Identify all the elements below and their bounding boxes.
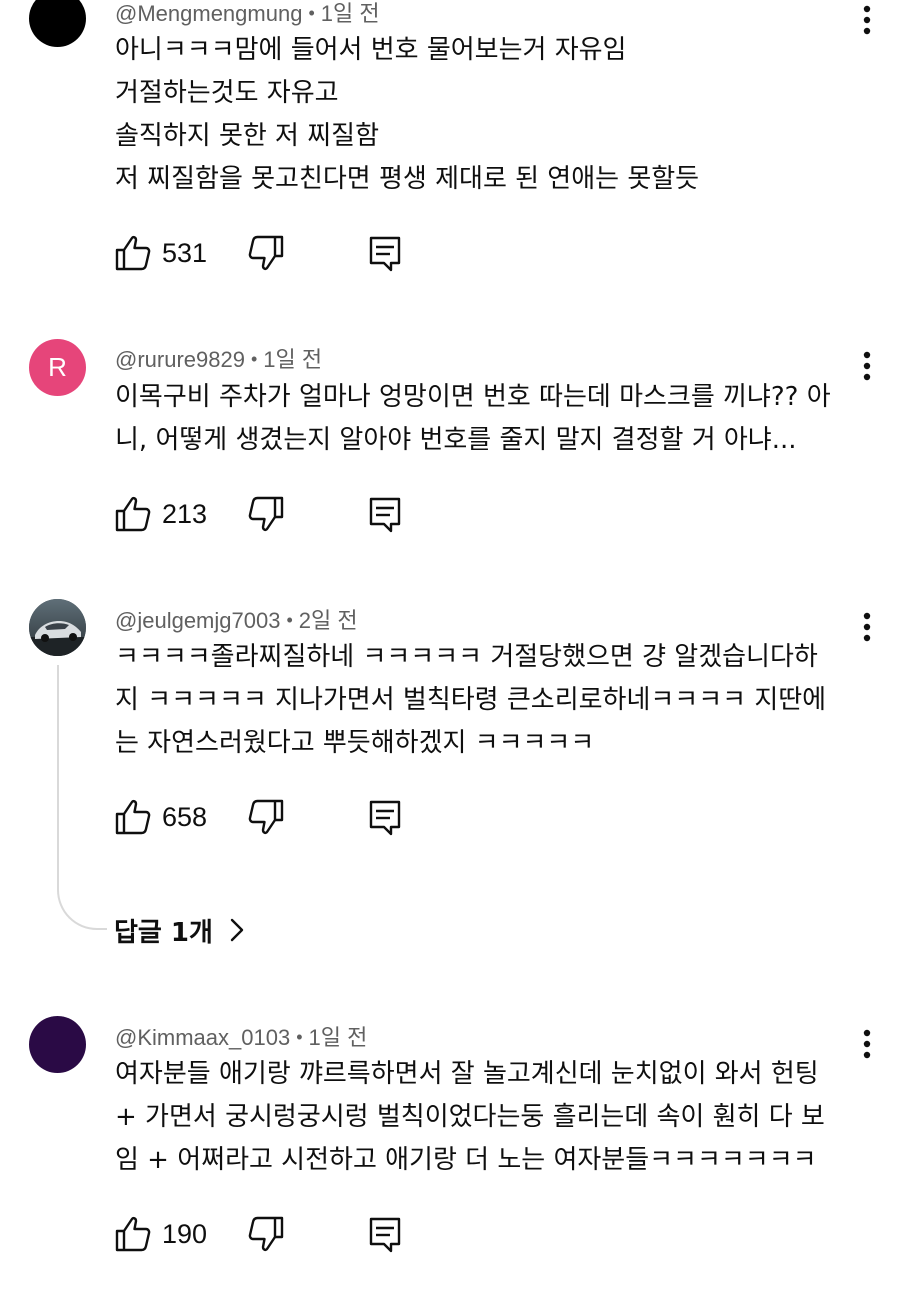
thumbs-up-icon	[115, 799, 151, 835]
like-button[interactable]	[113, 797, 153, 837]
comment-actions: 190	[113, 1214, 433, 1254]
view-replies-button[interactable]: 답글 1개	[114, 910, 247, 950]
avatar[interactable]	[29, 1016, 86, 1073]
chevron-right-icon	[230, 918, 244, 942]
reply-comment-icon	[369, 236, 401, 272]
replies-count-label: 답글 1개	[114, 917, 213, 948]
reply-button[interactable]	[365, 494, 405, 534]
meta-separator: •	[296, 1027, 303, 1047]
like-count: 531	[162, 238, 208, 268]
more-vert-icon	[863, 1029, 871, 1059]
dislike-button[interactable]	[246, 797, 286, 837]
dislike-button[interactable]	[246, 494, 286, 534]
comment-actions: 213	[113, 494, 433, 534]
avatar-letter: R	[48, 352, 67, 382]
comment-time: 1일 전	[263, 347, 323, 372]
comment-actions: 658	[113, 797, 433, 837]
avatar[interactable]	[29, 599, 86, 656]
meta-separator: •	[308, 3, 315, 23]
thumbs-up-icon	[115, 235, 151, 271]
comment-time: 1일 전	[320, 1, 380, 26]
dislike-button[interactable]	[246, 233, 286, 273]
more-vert-icon	[863, 612, 871, 642]
meta-separator: •	[286, 610, 293, 630]
comment-text: 아니ㅋㅋㅋ맘에 들어서 번호 물어보는거 자유임 거절하는것도 자유고 솔직하지…	[115, 35, 700, 194]
comment-text: ㅋㅋㅋㅋ졸라찌질하네 ㅋㅋㅋㅋㅋ 거절당했으면 걍 알겠습니다하 지 ㅋㅋㅋㅋㅋ…	[115, 642, 827, 758]
reply-comment-icon	[369, 497, 401, 533]
comment-author[interactable]: @rurure9829	[115, 347, 245, 372]
comment-text: 여자분들 애기랑 꺄르륵하면서 잘 놀고계신데 눈치없이 와서 헌팅 + 가면서…	[115, 1059, 825, 1175]
reply-comment-icon	[369, 1217, 401, 1253]
like-button[interactable]	[113, 494, 153, 534]
comment-author[interactable]: @jeulgemjg7003	[115, 608, 280, 633]
thumbs-down-icon	[248, 235, 284, 271]
reply-button[interactable]	[365, 233, 405, 273]
comment-author[interactable]: @Kimmaax_0103	[115, 1025, 290, 1050]
comment-meta: @rurure9829 • 1일 전	[115, 342, 322, 374]
like-count: 658	[162, 802, 208, 832]
thumbs-down-icon	[248, 799, 284, 835]
like-button[interactable]	[113, 233, 153, 273]
comment-time: 2일 전	[298, 608, 358, 633]
more-options-button[interactable]	[852, 1024, 882, 1064]
thumbs-down-icon	[248, 496, 284, 532]
comment-text: 이목구비 주차가 얼마나 엉망이면 번호 따는데 마스크를 끼냐?? 아 니, …	[115, 382, 831, 455]
comment-author[interactable]: @Mengmengmung	[115, 1, 302, 26]
more-options-button[interactable]	[852, 346, 882, 386]
car-photo-avatar	[29, 599, 86, 656]
like-count: 213	[162, 499, 208, 529]
more-vert-icon	[863, 5, 871, 35]
comment-actions: 531	[113, 233, 433, 273]
like-button[interactable]	[113, 1214, 153, 1254]
avatar[interactable]: R	[29, 339, 86, 396]
more-vert-icon	[863, 351, 871, 381]
thumbs-up-icon	[115, 1216, 151, 1252]
thread-connector-line	[57, 665, 107, 930]
comment-meta: @Kimmaax_0103 • 1일 전	[115, 1020, 367, 1052]
reply-comment-icon	[369, 800, 401, 836]
comment-time: 1일 전	[308, 1025, 368, 1050]
comment-meta: @jeulgemjg7003 • 2일 전	[115, 603, 358, 635]
reply-button[interactable]	[365, 797, 405, 837]
reply-button[interactable]	[365, 1214, 405, 1254]
comment-meta: @Mengmengmung • 1일 전	[115, 0, 380, 28]
thumbs-up-icon	[115, 496, 151, 532]
dislike-button[interactable]	[246, 1214, 286, 1254]
like-count: 190	[162, 1219, 208, 1249]
meta-separator: •	[250, 349, 258, 369]
avatar[interactable]	[29, 0, 86, 47]
more-options-button[interactable]	[852, 0, 882, 40]
more-options-button[interactable]	[852, 607, 882, 647]
thumbs-down-icon	[248, 1216, 284, 1252]
